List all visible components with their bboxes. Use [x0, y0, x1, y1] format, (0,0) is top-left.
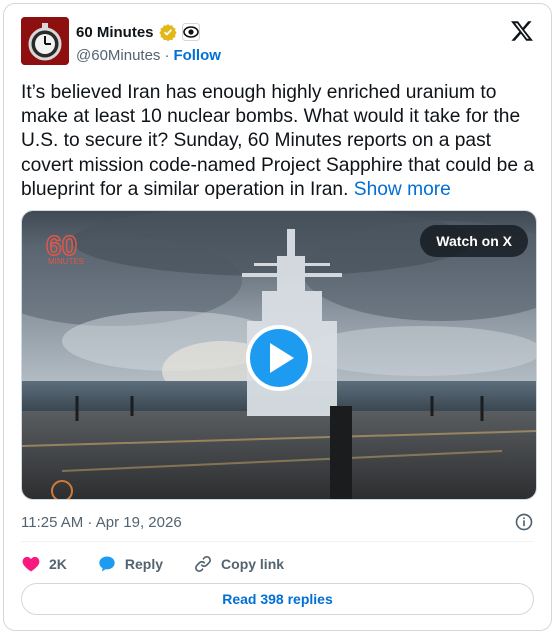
avatar[interactable]: [21, 17, 69, 65]
tweet-text: It’s believed Iran has enough highly enr…: [21, 81, 539, 202]
reply-label: Reply: [124, 556, 164, 572]
cbs-eye-icon: [181, 23, 200, 41]
timestamp[interactable]: 11:25 AM · Apr 19, 2026: [21, 514, 182, 531]
stopwatch-logo-icon: [21, 17, 69, 65]
sixty-minutes-watermark: 60 MINUTES: [44, 229, 106, 266]
action-bar: 2K Reply Copy link: [21, 551, 314, 577]
x-logo-icon[interactable]: [510, 19, 534, 43]
read-replies-button[interactable]: Read 398 replies: [21, 583, 534, 615]
reply-button[interactable]: Reply: [97, 554, 163, 574]
play-button[interactable]: [246, 325, 312, 391]
separator-dot: ·: [164, 47, 170, 64]
author-handle[interactable]: @60Minutes: [76, 47, 160, 64]
link-icon: [195, 556, 211, 572]
like-button[interactable]: 2K: [21, 554, 67, 574]
divider: [21, 541, 534, 542]
show-more-link[interactable]: Show more: [354, 179, 451, 200]
name-line: 60 Minutes: [76, 23, 200, 42]
verified-badge-icon: [158, 23, 177, 42]
heart-icon: [22, 556, 40, 572]
info-icon[interactable]: [514, 512, 534, 532]
follow-button[interactable]: Follow: [173, 47, 221, 64]
reply-bubble-icon: [99, 556, 115, 572]
copy-link-button[interactable]: Copy link: [193, 554, 284, 574]
watermark-word: MINUTES: [48, 257, 84, 265]
video-player[interactable]: 60 MINUTES Watch on X: [21, 210, 537, 500]
copy-link-label: Copy link: [221, 556, 285, 572]
like-count: 2K: [49, 556, 67, 572]
tweet-header: 60 Minutes @60Minutes · Follow: [21, 17, 534, 67]
play-icon: [270, 343, 294, 373]
handle-line: @60Minutes · Follow: [76, 47, 221, 64]
tweet-body: It’s believed Iran has enough highly enr…: [21, 82, 535, 200]
author-name[interactable]: 60 Minutes: [76, 24, 154, 41]
tweet-card: 60 Minutes @60Minutes · Follow It’s beli…: [3, 3, 552, 631]
watch-on-x-button[interactable]: Watch on X: [420, 225, 528, 257]
